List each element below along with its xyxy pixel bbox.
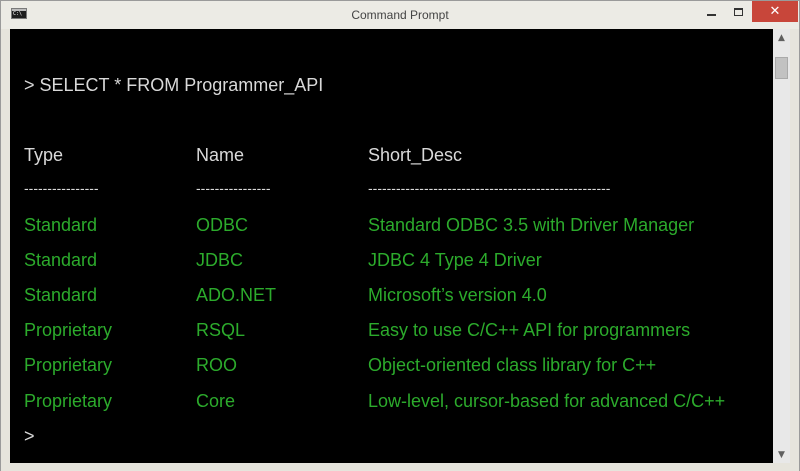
row-name: ROO bbox=[196, 355, 238, 375]
scroll-thumb[interactable] bbox=[775, 57, 788, 79]
row-type: Standard bbox=[24, 215, 98, 235]
row-name: RSQL bbox=[196, 320, 246, 340]
input-prompt[interactable]: > bbox=[24, 425, 35, 447]
header-name: Name bbox=[196, 145, 245, 165]
minimize-icon bbox=[707, 13, 716, 16]
scroll-up-icon[interactable]: ▲ bbox=[773, 29, 790, 46]
row-type: Standard bbox=[24, 250, 98, 270]
separator-name: ---------------- bbox=[196, 180, 271, 196]
close-icon: ✕ bbox=[769, 4, 781, 19]
title-bar[interactable]: Command Prompt ✕ bbox=[1, 1, 799, 29]
command-prompt-window: Command Prompt ✕ > SELECT * FROM Program… bbox=[0, 0, 800, 471]
row-type: Proprietary bbox=[24, 391, 113, 411]
row-type: Standard bbox=[24, 285, 98, 305]
console-output[interactable]: > SELECT * FROM Programmer_API Type Name… bbox=[10, 29, 773, 463]
row-type: Proprietary bbox=[24, 355, 113, 375]
header-type: Type bbox=[24, 145, 64, 165]
caption-buttons: ✕ bbox=[698, 1, 798, 22]
window-title: Command Prompt bbox=[351, 8, 449, 22]
row-desc: Object-oriented class library for C++ bbox=[368, 355, 657, 375]
row-desc: Microsoft’s version 4.0 bbox=[368, 285, 547, 305]
row-desc: Low-level, cursor-based for advanced C/C… bbox=[368, 391, 726, 411]
maximize-icon bbox=[734, 7, 743, 16]
vertical-scrollbar[interactable]: ▲ ▼ bbox=[773, 29, 790, 463]
minimize-button[interactable] bbox=[698, 1, 725, 22]
row-name: JDBC bbox=[196, 250, 244, 270]
maximize-button[interactable] bbox=[725, 1, 752, 22]
window-bottom-border bbox=[1, 463, 799, 471]
header-short-desc: Short_Desc bbox=[368, 145, 463, 165]
row-name: ADO.NET bbox=[196, 285, 277, 305]
row-name: ODBC bbox=[196, 215, 249, 235]
row-type: Proprietary bbox=[24, 320, 113, 340]
separator-short-desc: ----------------------------------------… bbox=[368, 180, 611, 196]
row-desc: Easy to use C/C++ API for programmers bbox=[368, 320, 691, 340]
command-line: > SELECT * FROM Programmer_API bbox=[24, 75, 324, 95]
separator-type: ---------------- bbox=[24, 180, 99, 196]
scroll-down-icon[interactable]: ▼ bbox=[773, 446, 790, 463]
row-desc: JDBC 4 Type 4 Driver bbox=[368, 250, 542, 270]
close-button[interactable]: ✕ bbox=[752, 1, 798, 22]
row-name: Core bbox=[196, 391, 236, 411]
row-desc: Standard ODBC 3.5 with Driver Manager bbox=[368, 215, 695, 235]
